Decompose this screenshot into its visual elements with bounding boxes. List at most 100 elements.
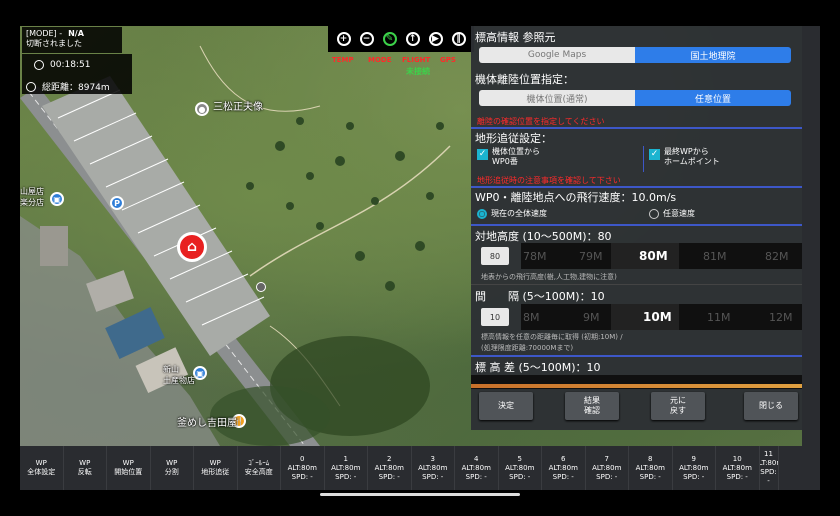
divider [643,146,644,172]
wp-id: 2 [387,454,392,463]
minus-icon[interactable]: − [359,32,374,46]
waypoint-item[interactable]: 11ALT:80mSPD: - [760,446,779,490]
wp-id: 9 [691,454,696,463]
waypoint-item[interactable]: 4 ALT:80m SPD: - [455,446,499,490]
revert-line1: 元に [670,396,686,405]
speed-current-radio[interactable]: 現在の全体速度 [477,208,547,219]
total-distance: 総距離：8974m [42,83,110,93]
parking-marker-icon[interactable]: P [110,196,124,210]
wp-id: 1 [343,454,348,463]
speed-current-label: 現在の全体速度 [491,209,547,218]
source-google-maps-option[interactable]: Google Maps [479,47,635,63]
fn-line2: 反転 [77,468,92,476]
elevation-source-toggle: Google Maps 国土地理院 [479,47,791,63]
close-button[interactable]: 閉じる [744,392,798,420]
divider [471,127,802,129]
ok-button[interactable]: 決定 [479,392,533,420]
terrain-opt2-line1: 最終WPから [664,147,709,156]
app-screen: ● 三松正夫像 ▣ 山屋店 楽分店 P ▣ 新山 土産物店 🍴 釜めし吉田屋 ⌂… [0,0,840,516]
takeoff-custom-option[interactable]: 任意位置 [635,90,791,106]
shop-label-left: 山屋店 楽分店 [20,187,44,207]
terrain-warning: 地形追従時の注意事項を確認して下さい [477,176,621,185]
go-home-safe-altitude-button[interactable]: ｺﾞｰﾙｰﾑ 安全高度 [238,446,281,490]
wp-reverse-button[interactable]: WP 反転 [64,446,107,490]
speed-custom-radio[interactable]: 任意速度 [649,208,695,219]
wp-terrain-follow-button[interactable]: WP 地形追従 [194,446,238,490]
wp-global-settings-button[interactable]: WP 全体設定 [20,446,64,490]
wp-spd: SPD: - [509,472,531,481]
interval-hint-1: 標高情報を任意の距離毎に取得 (初期:10M) / [481,333,623,341]
waypoint-item[interactable]: 7 ALT:80m SPD: - [586,446,629,490]
fn-line1: WP [35,459,47,467]
wp-spd: SPD: - [422,472,444,481]
altitude-input[interactable]: 80 [481,247,509,265]
interval-option[interactable]: 8M [523,311,540,324]
wp-alt: ALT:80m [722,463,752,472]
yoshidaya-label: 釜めし吉田屋 [177,418,237,429]
connection-status: 切断されました [26,39,82,48]
statue-marker-icon[interactable]: ● [195,102,209,116]
altitude-option[interactable]: 78M [523,250,547,263]
altitude-option[interactable]: 81M [703,250,727,263]
altitude-label: 対地高度 (10～500M)：80 [475,230,612,243]
waypoint-item[interactable]: 5 ALT:80m SPD: - [499,446,542,490]
pause-icon[interactable]: ‖ [451,32,466,46]
wp-spd: SPD: - [760,468,777,485]
takeoff-aircraft-option[interactable]: 機体位置(通常) [479,90,635,106]
wp-id: 11 [764,450,773,458]
divider [471,355,802,357]
upload-icon[interactable]: ↑ [405,32,420,46]
revert-line2: 戻す [670,406,686,415]
wp-id: 0 [300,454,305,463]
interval-hint-2: (処理限度距離:70000Mまで) [481,344,574,352]
altitude-option[interactable]: 82M [765,250,789,263]
terrain-from-last-wp-checkbox[interactable]: ✓ 最終WPから ホームポイント [649,147,720,167]
waypoint-item[interactable]: 2 ALT:80m SPD: - [368,446,412,490]
interval-option[interactable]: 11M [707,311,731,324]
interval-option-selected[interactable]: 10M [643,310,672,324]
terrain-opt2-line2: ホームポイント [664,157,720,166]
flight-time: 00:18:51 [50,60,91,70]
waypoint-item[interactable]: 8 ALT:80m SPD: - [629,446,673,490]
interval-option[interactable]: 12M [769,311,793,324]
altitude-picker[interactable]: 78M 79M 80M 81M 82M [521,243,802,269]
pencil-icon[interactable]: ✎ [382,32,397,46]
interval-option[interactable]: 9M [583,311,600,324]
mode-status-box: [MODE] - N/A 切断されました [22,27,122,53]
waypoint-item[interactable]: 10 ALT:80m SPD: - [716,446,760,490]
wp-spd: SPD: - [596,472,618,481]
unconnected-label: 未接続 [406,67,430,76]
wp-alt: ALT:80m [635,463,665,472]
fn-line1: WP [122,459,134,467]
play-icon[interactable]: ▶ [428,32,443,46]
terrain-from-aircraft-checkbox[interactable]: ✓ 機体位置から WP0番 [477,147,540,167]
interval-input[interactable]: 10 [481,308,509,326]
wp-spd: SPD: - [552,472,574,481]
waypoint-item[interactable]: 0 ALT:80m SPD: - [281,446,325,490]
divider [471,186,802,188]
revert-button[interactable]: 元に 戻す [651,392,705,420]
shinzan-label: 新山 土産物店 [163,365,195,385]
plus-icon[interactable]: + [336,32,351,46]
interval-picker[interactable]: 8M 9M 10M 11M 12M [521,304,802,330]
altitude-option[interactable]: 79M [579,250,603,263]
wp-spd: SPD: - [291,472,313,481]
waypoint-item[interactable]: 9 ALT:80m SPD: - [673,446,716,490]
wp-alt: ALT:80m [374,463,404,472]
shop-marker-icon[interactable]: ▣ [50,192,64,206]
waypoint-item[interactable]: 1 ALT:80m SPD: - [325,446,368,490]
waypoint-item[interactable]: 3 ALT:80m SPD: - [412,446,455,490]
fn-line1: WP [166,459,178,467]
souvenir-marker-icon[interactable]: ▣ [193,366,207,380]
source-gsi-option[interactable]: 国土地理院 [635,47,791,63]
drone-home-marker-icon[interactable]: ⌂ [177,232,207,262]
altitude-option-selected[interactable]: 80M [639,249,668,263]
waypoint-item[interactable]: 6 ALT:80m SPD: - [542,446,586,490]
fn-line2: 全体設定 [27,468,56,476]
wp-split-button[interactable]: WP 分割 [151,446,194,490]
home-indicator[interactable] [320,493,520,496]
wp-alt: ALT:80m [418,463,448,472]
check-result-button[interactable]: 結果 確認 [565,392,619,420]
fn-line1: WP [209,459,221,467]
wp-start-position-button[interactable]: WP 開始位置 [107,446,151,490]
